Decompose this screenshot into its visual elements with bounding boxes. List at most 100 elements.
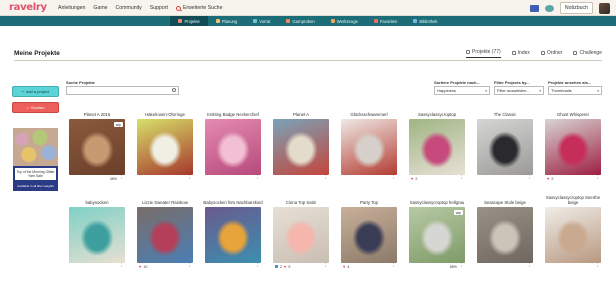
filter-select[interactable]: Filter auswählen... ▾ [494, 86, 544, 95]
add-project-button[interactable]: + add a project [12, 86, 59, 97]
more-options-icon[interactable]: ⋮ [460, 263, 465, 269]
forum-icon[interactable] [544, 4, 554, 12]
project-footer: ⋮ [271, 175, 331, 182]
project-photo[interactable] [409, 119, 465, 175]
more-options-icon[interactable]: ⋮ [324, 175, 329, 181]
more-options-icon[interactable]: ⋮ [392, 175, 397, 181]
subnav-item-0[interactable]: Projekte [170, 16, 208, 26]
subnav-item-4[interactable]: Werkzeuge [323, 16, 366, 26]
project-title[interactable]: The Classic [475, 108, 535, 119]
project-photo[interactable] [69, 207, 125, 263]
project-title[interactable]: Sassyclassycroptop [407, 108, 467, 119]
project-card[interactable]: Lizzie Sweater Rainbow ♥ 10 ⋮ [135, 196, 195, 270]
sort-label: Sortiere Projekte nach... [434, 80, 480, 85]
project-photo[interactable]: wip [69, 119, 125, 175]
project-photo[interactable] [341, 207, 397, 263]
ravelry-logo[interactable]: ravelry [9, 2, 47, 13]
project-card[interactable]: Babysocken fürs Nachbarskind ⋮ [203, 196, 263, 270]
project-title[interactable]: Planet A 2015 [67, 108, 127, 119]
project-title[interactable]: Häkelrosen-Ohrringe [135, 108, 195, 119]
tab-0[interactable]: Projekte (77) [466, 49, 501, 58]
project-photo[interactable] [477, 119, 533, 175]
advanced-search-link[interactable]: Erweiterte Suche [175, 5, 222, 11]
tab-1[interactable]: Index [511, 49, 530, 58]
project-title[interactable]: Planet A [271, 108, 331, 119]
subnav-item-2[interactable]: Vorrat [245, 16, 278, 26]
project-card[interactable]: Sassyclassycroptop hellgrau wip 89% ⋮ [407, 196, 467, 270]
nav-patterns[interactable]: Anleitungen [58, 5, 85, 11]
project-card[interactable]: The Classic ⋮ [475, 108, 535, 182]
subnav-item-3[interactable]: Garnproben [278, 16, 322, 26]
notebook-button[interactable]: Notizbuch [559, 2, 593, 14]
more-options-icon[interactable]: ⋮ [120, 263, 125, 269]
search-icon[interactable] [172, 88, 176, 92]
project-photo[interactable] [205, 207, 261, 263]
project-card[interactable]: Party Top ♥ 4 ⋮ [339, 196, 399, 270]
project-card[interactable]: Cinna Top Satin 2 ♥ 9 ⋮ [271, 196, 331, 270]
project-card[interactable]: Seascape Stole beige ⋮ [475, 196, 535, 270]
project-photo[interactable] [273, 207, 329, 263]
nav-community[interactable]: Community [116, 5, 142, 11]
project-card[interactable]: babysocken ⋮ [67, 196, 127, 270]
subnav-item-1[interactable]: Planung [208, 16, 245, 26]
more-options-icon[interactable]: ⋮ [120, 175, 125, 181]
project-title[interactable]: Glücksschwammerl [339, 108, 399, 119]
project-title[interactable]: Sassyclassycroptop Seerthe beige [543, 195, 603, 207]
more-options-icon[interactable]: ⋮ [188, 263, 193, 269]
nav-support[interactable]: Support [150, 5, 168, 11]
project-photo[interactable] [545, 207, 601, 263]
search-projects-input[interactable] [67, 87, 167, 94]
messages-icon[interactable] [529, 4, 539, 12]
project-photo[interactable] [545, 119, 601, 175]
project-title[interactable]: Sassyclassycroptop hellgrau [407, 196, 467, 207]
project-photo[interactable] [205, 119, 261, 175]
project-title[interactable]: babysocken [67, 196, 127, 207]
project-title[interactable]: Lizzie Sweater Rainbow [135, 196, 195, 207]
more-options-icon[interactable]: ⋮ [528, 175, 533, 181]
favorite-count: 2 [415, 176, 418, 181]
project-card[interactable]: Sassyclassycroptop Seerthe beige ⋮ [543, 195, 603, 270]
project-photo[interactable]: wip [409, 207, 465, 263]
more-options-icon[interactable]: ⋮ [188, 175, 193, 181]
project-photo[interactable] [477, 207, 533, 263]
more-options-icon[interactable]: ⋮ [256, 175, 261, 181]
more-options-icon[interactable]: ⋮ [596, 175, 601, 181]
more-options-icon[interactable]: ⋮ [392, 263, 397, 269]
project-photo[interactable] [137, 207, 193, 263]
project-footer: ♥ 2 ⋮ [543, 175, 603, 182]
project-title[interactable]: Seascape Stole beige [475, 196, 535, 207]
project-title[interactable]: Knitting Badge Neckerchief [203, 108, 263, 119]
project-card[interactable]: Planet A 2015 wip 35% ⋮ [67, 108, 127, 182]
project-card[interactable]: Häkelrosen-Ohrringe ⋮ [135, 108, 195, 182]
project-photo[interactable] [137, 119, 193, 175]
sort-select[interactable]: Happiness ▾ [434, 86, 490, 95]
more-options-icon[interactable]: ⋮ [256, 263, 261, 269]
view-select[interactable]: Thumbnails ▾ [548, 86, 602, 95]
project-card[interactable]: Sassyclassycroptop ♥ 2 ⋮ [407, 108, 467, 182]
subnav-item-6[interactable]: Bibliothek [405, 16, 445, 26]
project-card[interactable]: Ghost Whisperer ♥ 2 ⋮ [543, 108, 603, 182]
search-icon: ○ [26, 105, 29, 110]
project-footer: ♥ 4 ⋮ [339, 263, 399, 270]
project-title[interactable]: Cinna Top Satin [271, 196, 331, 207]
tab-2[interactable]: Ordner [540, 49, 562, 58]
more-options-icon[interactable]: ⋮ [324, 263, 329, 269]
project-title[interactable]: Babysocken fürs Nachbarskind [203, 196, 263, 207]
search-button[interactable]: ○ Suchen [12, 102, 59, 113]
more-options-icon[interactable]: ⋮ [528, 263, 533, 269]
project-card[interactable]: Knitting Badge Neckerchief ⋮ [203, 108, 263, 182]
project-photo[interactable] [341, 119, 397, 175]
more-options-icon[interactable]: ⋮ [460, 175, 465, 181]
advertisement[interactable]: Top of the Morning Glitter Yarn Sale Ava… [13, 128, 58, 191]
project-card[interactable]: Glücksschwammerl ⋮ [339, 108, 399, 182]
project-card[interactable]: Planet A ⋮ [271, 108, 331, 182]
project-photo[interactable] [273, 119, 329, 175]
more-options-icon[interactable]: ⋮ [596, 263, 601, 269]
project-title[interactable]: Ghost Whisperer [543, 108, 603, 119]
subnav-item-5[interactable]: Favoriten [366, 16, 405, 26]
project-title[interactable]: Party Top [339, 196, 399, 207]
project-tabs: Projekte (77) Index Ordner Challenge [466, 49, 602, 58]
nav-game[interactable]: Game [93, 5, 107, 11]
avatar[interactable] [599, 2, 610, 14]
tab-3[interactable]: Challenge [573, 49, 602, 58]
